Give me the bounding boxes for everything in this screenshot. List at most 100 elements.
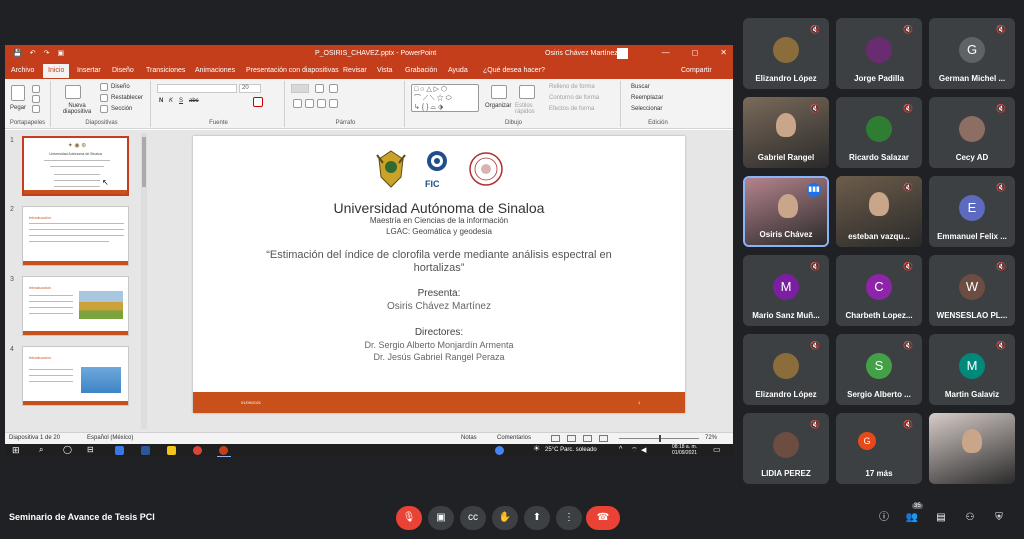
present-button[interactable]: ⬆ bbox=[524, 506, 550, 530]
bold-button[interactable]: N bbox=[159, 98, 163, 104]
shape-effects-button[interactable]: Efectos de forma bbox=[549, 106, 594, 112]
participant-tile[interactable] bbox=[929, 413, 1015, 484]
tab-diseno[interactable]: Diseño bbox=[112, 67, 134, 74]
weather-status[interactable]: 25°C Parc. soleado bbox=[545, 447, 597, 453]
activities-icon[interactable]: ⚇ bbox=[962, 510, 978, 526]
sorter-view-icon[interactable] bbox=[567, 435, 576, 442]
participant-tile[interactable]: M 🔇 Martin Galaviz bbox=[929, 334, 1015, 405]
slideshow-view-icon[interactable] bbox=[599, 435, 608, 442]
tab-archivo[interactable]: Archivo bbox=[11, 67, 34, 74]
align-center-icon[interactable] bbox=[305, 99, 314, 108]
participant-tile[interactable]: G 🔇 17 más bbox=[836, 413, 922, 484]
participant-tile[interactable]: G 🔇 German Michel ... bbox=[929, 18, 1015, 89]
new-slide-button[interactable]: Nueva diapositiva bbox=[57, 103, 97, 115]
layout-button[interactable]: Diseño bbox=[111, 84, 130, 90]
scroll-thumb[interactable] bbox=[142, 137, 146, 187]
underline-button[interactable]: S bbox=[179, 98, 183, 104]
participant-tile[interactable]: ▮▮▮ Osiris Chávez bbox=[743, 176, 829, 247]
slide-thumbnail-1[interactable]: ✦ ◉ ⊛ Universidad Autónoma de Sinaloa ↖ bbox=[22, 136, 129, 196]
tray-chevron-icon[interactable]: ^ bbox=[619, 446, 622, 453]
replace-button[interactable]: Reemplazar bbox=[631, 95, 663, 101]
app-tray-icon[interactable] bbox=[495, 446, 504, 455]
share-button[interactable]: Compartir bbox=[681, 67, 712, 74]
strikethrough-button[interactable]: abc bbox=[189, 98, 199, 104]
tab-inicio[interactable]: Inicio bbox=[43, 64, 70, 78]
tab-transiciones[interactable]: Transiciones bbox=[146, 67, 185, 74]
quick-styles-icon[interactable] bbox=[519, 85, 535, 99]
participant-tile[interactable]: 🔇 esteban vazqu... bbox=[836, 176, 922, 247]
justify-icon[interactable] bbox=[329, 99, 338, 108]
reset-icon[interactable] bbox=[100, 94, 108, 102]
undo-icon[interactable]: ↶ bbox=[30, 49, 36, 57]
arrange-button[interactable]: Organizar bbox=[485, 103, 511, 109]
windows-start-icon[interactable]: ⊞ bbox=[12, 445, 20, 456]
save-icon[interactable]: 💾 bbox=[13, 49, 22, 57]
language-status[interactable]: Español (México) bbox=[87, 435, 133, 441]
tab-insertar[interactable]: Insertar bbox=[77, 67, 101, 74]
chrome-icon[interactable] bbox=[193, 446, 202, 455]
people-icon[interactable]: 👥 bbox=[904, 510, 920, 526]
quick-styles-button[interactable]: Estilos rápidos bbox=[515, 103, 541, 115]
weather-icon[interactable]: ☀ bbox=[533, 444, 540, 453]
notifications-icon[interactable]: ▭ bbox=[713, 445, 721, 454]
format-painter-icon[interactable] bbox=[32, 105, 40, 113]
participant-tile[interactable]: W 🔇 WENSESLAO PL... bbox=[929, 255, 1015, 326]
task-view-icon[interactable]: ◯ bbox=[63, 445, 72, 454]
network-icon[interactable]: ⌔ bbox=[631, 446, 638, 455]
participant-tile[interactable]: 🔇 Cecy AD bbox=[929, 97, 1015, 168]
minimize-button[interactable]: — bbox=[662, 48, 670, 57]
calendar-icon[interactable] bbox=[141, 446, 150, 455]
slideshow-icon[interactable]: ▣ bbox=[57, 49, 64, 57]
tab-animaciones[interactable]: Animaciones bbox=[195, 67, 235, 74]
participant-tile[interactable]: S 🔇 Sergio Alberto ... bbox=[836, 334, 922, 405]
section-icon[interactable] bbox=[100, 105, 108, 113]
current-slide[interactable]: FIC Universidad Autónoma de Sinaloa Maes… bbox=[193, 136, 685, 413]
slide-thumbnails[interactable]: 1 ✦ ◉ ⊛ Universidad Autónoma de Sinaloa … bbox=[5, 130, 149, 432]
more-options-button[interactable]: ⋮ bbox=[556, 506, 582, 530]
cut-icon[interactable] bbox=[32, 85, 40, 93]
chat-icon[interactable]: ▤ bbox=[933, 510, 949, 526]
raise-hand-button[interactable]: ✋ bbox=[492, 506, 518, 530]
camera-button[interactable]: ▣ bbox=[428, 506, 454, 530]
search-icon[interactable]: ⌕ bbox=[39, 445, 43, 455]
clock-date[interactable]: 01/09/2021 bbox=[672, 450, 697, 456]
shape-outline-button[interactable]: Contorno de forma bbox=[549, 95, 599, 101]
reset-button[interactable]: Restablecer bbox=[111, 95, 143, 101]
select-button[interactable]: Seleccionar bbox=[631, 106, 662, 112]
arrange-icon[interactable] bbox=[491, 85, 507, 99]
numbering-icon[interactable] bbox=[315, 84, 324, 93]
user-avatar-icon[interactable] bbox=[617, 48, 628, 59]
layout-icon[interactable] bbox=[100, 83, 108, 91]
participant-tile[interactable]: C 🔇 Charbeth Lopez... bbox=[836, 255, 922, 326]
captions-button[interactable]: cc bbox=[460, 506, 486, 530]
new-slide-icon[interactable] bbox=[65, 85, 81, 99]
paste-button[interactable]: Pegar bbox=[10, 105, 26, 111]
thumbnails-scrollbar[interactable] bbox=[141, 133, 147, 429]
notes-button[interactable]: Notas bbox=[461, 435, 477, 441]
tab-ayuda[interactable]: Ayuda bbox=[448, 67, 468, 74]
participant-tile[interactable]: 🔇 LIDIA PEREZ bbox=[743, 413, 829, 484]
indent-icon[interactable] bbox=[329, 84, 338, 93]
participant-tile[interactable]: E 🔇 Emmanuel Felix ... bbox=[929, 176, 1015, 247]
tab-revisar[interactable]: Revisar bbox=[343, 67, 367, 74]
find-button[interactable]: Buscar bbox=[631, 84, 650, 90]
shape-fill-button[interactable]: Relleno de forma bbox=[549, 84, 595, 90]
comments-button[interactable]: Comentarios bbox=[497, 435, 531, 441]
slide-thumbnail-2[interactable]: Introducción bbox=[22, 206, 129, 266]
bullets-button[interactable] bbox=[291, 84, 309, 93]
volume-icon[interactable]: ◀ bbox=[641, 446, 646, 454]
info-icon[interactable]: ⓘ bbox=[876, 510, 892, 526]
shapes-gallery[interactable]: □ ○ △ ▷ ⬡ ⌒ ⟋ ⟍ ☆ ⬭ ↳ { } ⌓ ⬗ bbox=[411, 84, 479, 112]
paste-icon[interactable] bbox=[11, 85, 25, 101]
slide-thumbnail-3[interactable]: Introducción bbox=[22, 276, 129, 336]
copy-icon[interactable] bbox=[32, 95, 40, 103]
align-right-icon[interactable] bbox=[317, 99, 326, 108]
close-button[interactable]: ✕ bbox=[720, 48, 727, 57]
participant-tile[interactable]: 🔇 Elizandro López bbox=[743, 334, 829, 405]
participant-tile[interactable]: 🔇 Ricardo Salazar bbox=[836, 97, 922, 168]
font-size-select[interactable]: 20 bbox=[239, 84, 261, 93]
participant-tile[interactable]: 🔇 Elizandro López bbox=[743, 18, 829, 89]
redo-icon[interactable]: ↷ bbox=[44, 49, 50, 57]
participant-tile[interactable]: 🔇 Gabriel Rangel bbox=[743, 97, 829, 168]
teams-icon[interactable] bbox=[115, 446, 124, 455]
